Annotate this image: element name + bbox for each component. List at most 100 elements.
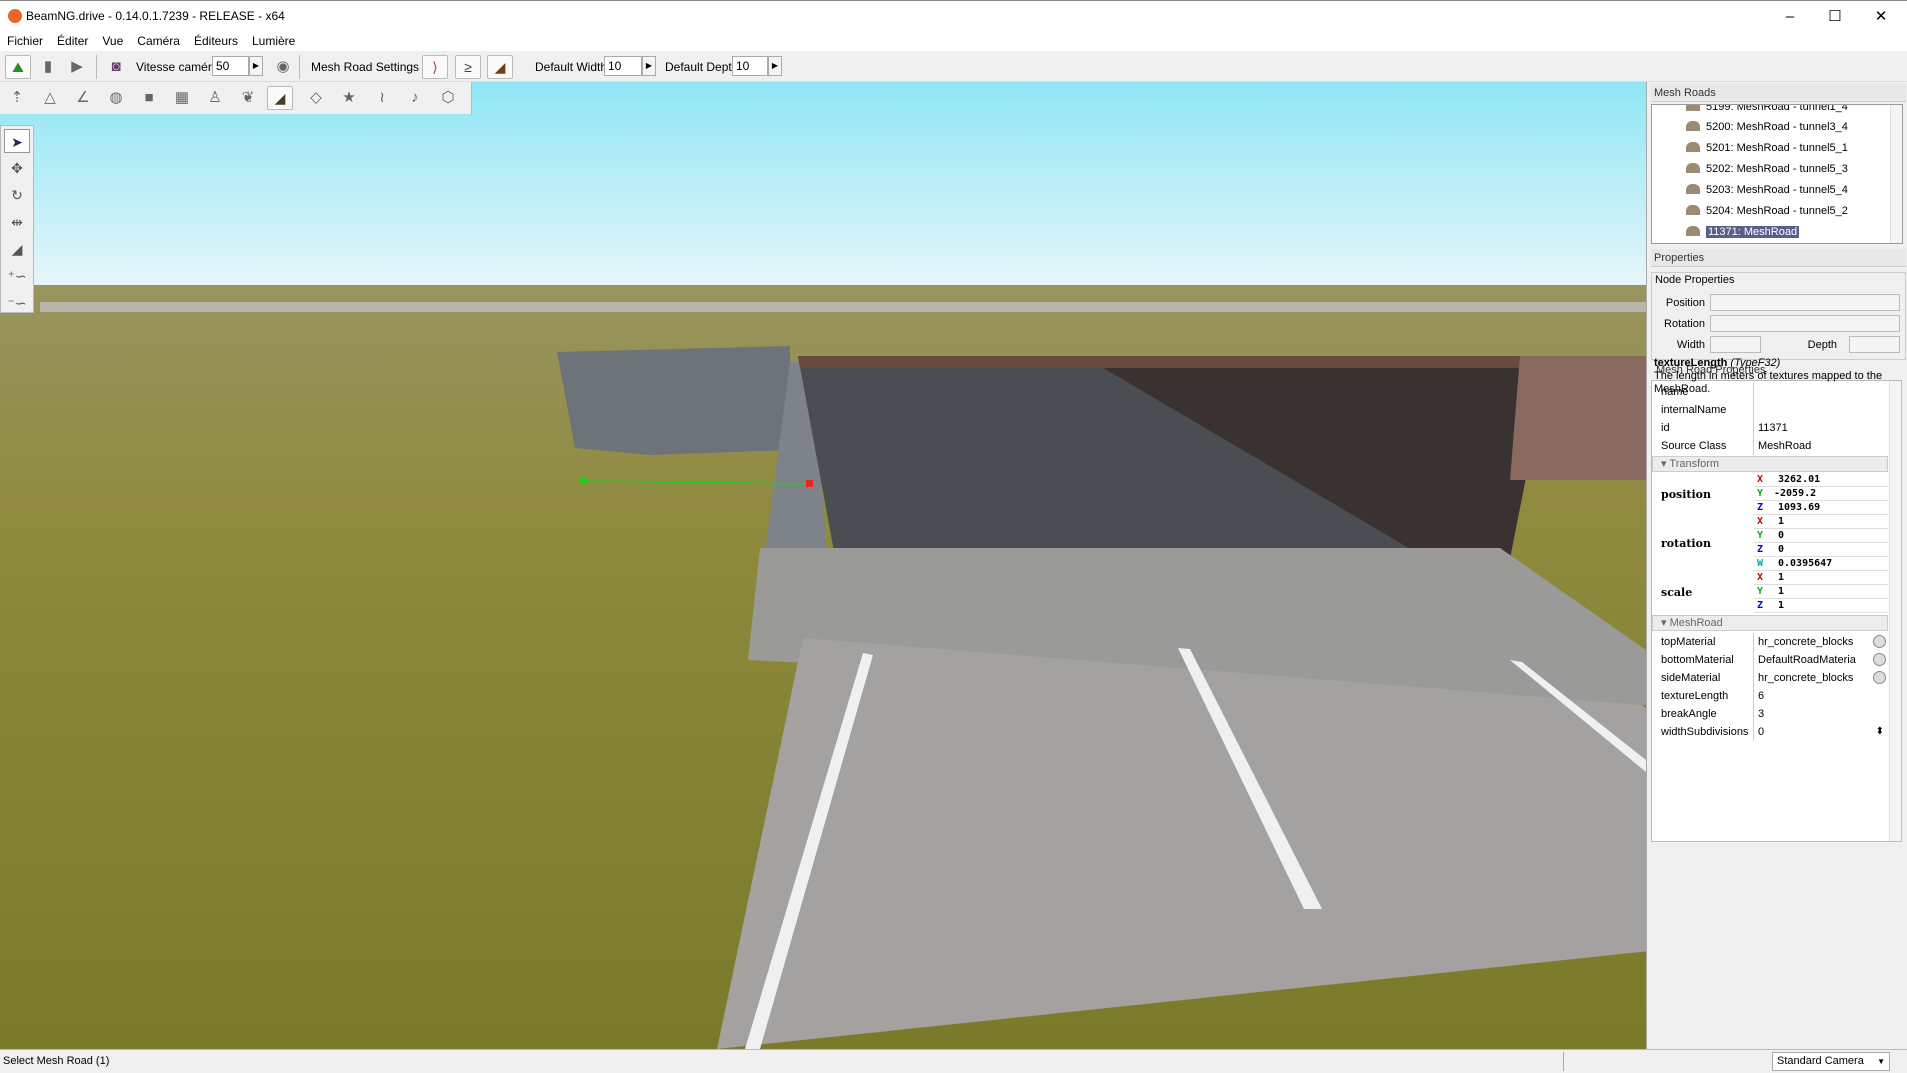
- road-wireframe-icon[interactable]: ≥: [455, 55, 481, 79]
- terrain-icon[interactable]: ⛰: [5, 55, 31, 79]
- navmesh-icon[interactable]: ⬡: [435, 86, 461, 110]
- tree-item[interactable]: 5201: MeshRoad - tunnel5_1: [1686, 139, 1848, 157]
- tree-item[interactable]: 5200: MeshRoad - tunnel3_4: [1686, 118, 1848, 136]
- prop-row-internalname[interactable]: internalName: [1652, 401, 1888, 419]
- forest-icon[interactable]: ❦: [235, 86, 261, 110]
- transform-section[interactable]: ▾ Transform: [1652, 456, 1888, 472]
- material-picker-icon[interactable]: [1873, 671, 1886, 684]
- shape-icon[interactable]: ■: [136, 86, 162, 110]
- tree-item[interactable]: 5202: MeshRoad - tunnel5_3: [1686, 160, 1848, 178]
- menu-fichier[interactable]: Fichier: [0, 32, 50, 48]
- default-width-arrow[interactable]: ▶: [642, 56, 656, 76]
- default-depth-input[interactable]: 10: [732, 56, 768, 76]
- rotation-z[interactable]: 0: [1778, 543, 1784, 557]
- mesh-road-icon: [1686, 226, 1700, 236]
- select-arrow-icon[interactable]: ➤: [4, 129, 30, 153]
- prop-row-source-class[interactable]: Source Class MeshRoad: [1652, 437, 1888, 455]
- node-rotation-field[interactable]: [1710, 315, 1900, 332]
- mesh-road-editor-icon[interactable]: ◢: [267, 86, 293, 110]
- prop-row-widthsubdivisions[interactable]: widthSubdivisions 0 ⬍: [1652, 723, 1888, 741]
- mesh-roads-header: Mesh Roads: [1651, 84, 1906, 102]
- camera-icon[interactable]: ◙: [103, 55, 129, 79]
- terrain-editor-icon[interactable]: △: [37, 86, 63, 110]
- path-icon[interactable]: ♪: [402, 86, 428, 110]
- minimize-button[interactable]: –: [1770, 5, 1810, 29]
- rotation-w[interactable]: 0.0395647: [1778, 557, 1832, 571]
- prop-row-bottommaterial[interactable]: bottomMaterial DefaultRoadMateria: [1652, 651, 1888, 669]
- road-node-selected[interactable]: [806, 480, 813, 487]
- default-depth-arrow[interactable]: ▶: [768, 56, 782, 76]
- position-y[interactable]: -2059.2: [1774, 487, 1816, 501]
- move-node-icon[interactable]: ✥: [4, 156, 30, 180]
- default-depth-label: Default Depth: [665, 60, 739, 74]
- tunnel-portal: [1510, 356, 1646, 480]
- property-scrollbar[interactable]: [1889, 381, 1901, 841]
- create-road-icon[interactable]: ◢: [4, 237, 30, 261]
- menu-editeurs[interactable]: Éditeurs: [187, 32, 245, 48]
- tree-scrollbar[interactable]: [1890, 105, 1902, 243]
- position-z[interactable]: 1093.69: [1778, 501, 1820, 515]
- material-picker-icon[interactable]: [1873, 635, 1886, 648]
- sky-editor-icon[interactable]: ◍: [103, 86, 129, 110]
- add-node-icon[interactable]: ⁺∽: [4, 264, 30, 288]
- camera-mode-select[interactable]: Standard Camera ▼: [1772, 1052, 1890, 1071]
- rotation-x[interactable]: 1: [1778, 515, 1784, 529]
- camera-speed-arrow[interactable]: ▶: [249, 56, 263, 76]
- menu-camera[interactable]: Caméra: [130, 32, 187, 48]
- prop-row-id[interactable]: id 11371: [1652, 419, 1888, 437]
- node-position-field[interactable]: [1710, 294, 1900, 311]
- tree-item-selected[interactable]: 11371: MeshRoad: [1686, 223, 1800, 241]
- decal-icon[interactable]: ★: [336, 86, 362, 110]
- prop-row-topmaterial[interactable]: topMaterial hr_concrete_blocks: [1652, 633, 1888, 651]
- distant-road: [40, 302, 1646, 312]
- data-icon[interactable]: ▦: [169, 86, 195, 110]
- tree-item[interactable]: 5203: MeshRoad - tunnel5_4: [1686, 181, 1848, 199]
- separator: [299, 55, 300, 79]
- mesh-roads-tree[interactable]: 5199: MeshRoad - tunnel1_4 5200: MeshRoa…: [1651, 104, 1903, 244]
- river-icon[interactable]: ≀: [369, 86, 395, 110]
- default-width-input[interactable]: 10: [604, 56, 642, 76]
- road-curve-icon[interactable]: ⟩: [422, 55, 448, 79]
- tree-item[interactable]: 5199: MeshRoad - tunnel1_4: [1686, 105, 1848, 116]
- property-grid: name internalName id 11371 Source Class Me…: [1651, 380, 1902, 842]
- status-bar: Select Mesh Road (1) Standard Camera ▼: [0, 1049, 1907, 1073]
- scale-y[interactable]: 1: [1778, 585, 1784, 599]
- terrain-painter-icon[interactable]: ∠: [70, 86, 96, 110]
- close-button[interactable]: ✕: [1861, 5, 1901, 29]
- layout-icon[interactable]: ▮: [35, 55, 61, 79]
- particle-icon[interactable]: ♙: [202, 86, 228, 110]
- rotate-node-icon[interactable]: ↻: [4, 183, 30, 207]
- object-editor-icon[interactable]: ⇡: [4, 86, 30, 110]
- maximize-button[interactable]: ☐: [1815, 5, 1855, 29]
- material-picker-icon[interactable]: [1873, 653, 1886, 666]
- play-icon[interactable]: ▶: [64, 55, 90, 79]
- menu-lumiere[interactable]: Lumière: [245, 32, 302, 48]
- position-label: Position: [1665, 297, 1705, 309]
- tree-item[interactable]: 5204: MeshRoad - tunnel5_2: [1686, 202, 1848, 220]
- prop-row-texturelength[interactable]: textureLength 6: [1652, 687, 1888, 705]
- chevron-down-icon: ▼: [1877, 1057, 1885, 1066]
- menu-vue[interactable]: Vue: [95, 32, 130, 48]
- remove-node-icon[interactable]: ⁻∽: [4, 291, 30, 315]
- road-node[interactable]: [580, 477, 587, 484]
- 3d-viewport[interactable]: [0, 82, 1646, 1049]
- tooltip-description: The length in meters of textures mapped …: [1654, 370, 1883, 395]
- position-x[interactable]: 3262.01: [1778, 473, 1820, 487]
- rotation-y[interactable]: 0: [1778, 529, 1784, 543]
- road-solid-icon[interactable]: ◢: [487, 55, 513, 79]
- camera-speed-input[interactable]: 50: [212, 56, 249, 76]
- node-width-field[interactable]: [1710, 336, 1761, 353]
- eye-icon[interactable]: ◉: [270, 55, 296, 79]
- prop-row-sidematerial[interactable]: sideMaterial hr_concrete_blocks: [1652, 669, 1888, 687]
- scale-node-icon[interactable]: ⇹: [4, 210, 30, 234]
- scale-z[interactable]: 1: [1778, 599, 1784, 613]
- node-depth-field[interactable]: [1849, 336, 1900, 353]
- menu-editer[interactable]: Éditer: [50, 32, 95, 48]
- meshroad-section[interactable]: ▾ MeshRoad: [1652, 615, 1888, 631]
- scale-x[interactable]: 1: [1778, 571, 1784, 585]
- editor-toolbar: ⇡ △ ∠ ◍ ■ ▦ ♙ ❦ ◢ ◇ ★ ≀ ♪ ⬡: [0, 82, 472, 114]
- spinner-icon[interactable]: ⬍: [1876, 723, 1884, 741]
- prop-row-breakangle[interactable]: breakAngle 3: [1652, 705, 1888, 723]
- decal-road-icon[interactable]: ◇: [303, 86, 329, 110]
- separator: [96, 55, 97, 79]
